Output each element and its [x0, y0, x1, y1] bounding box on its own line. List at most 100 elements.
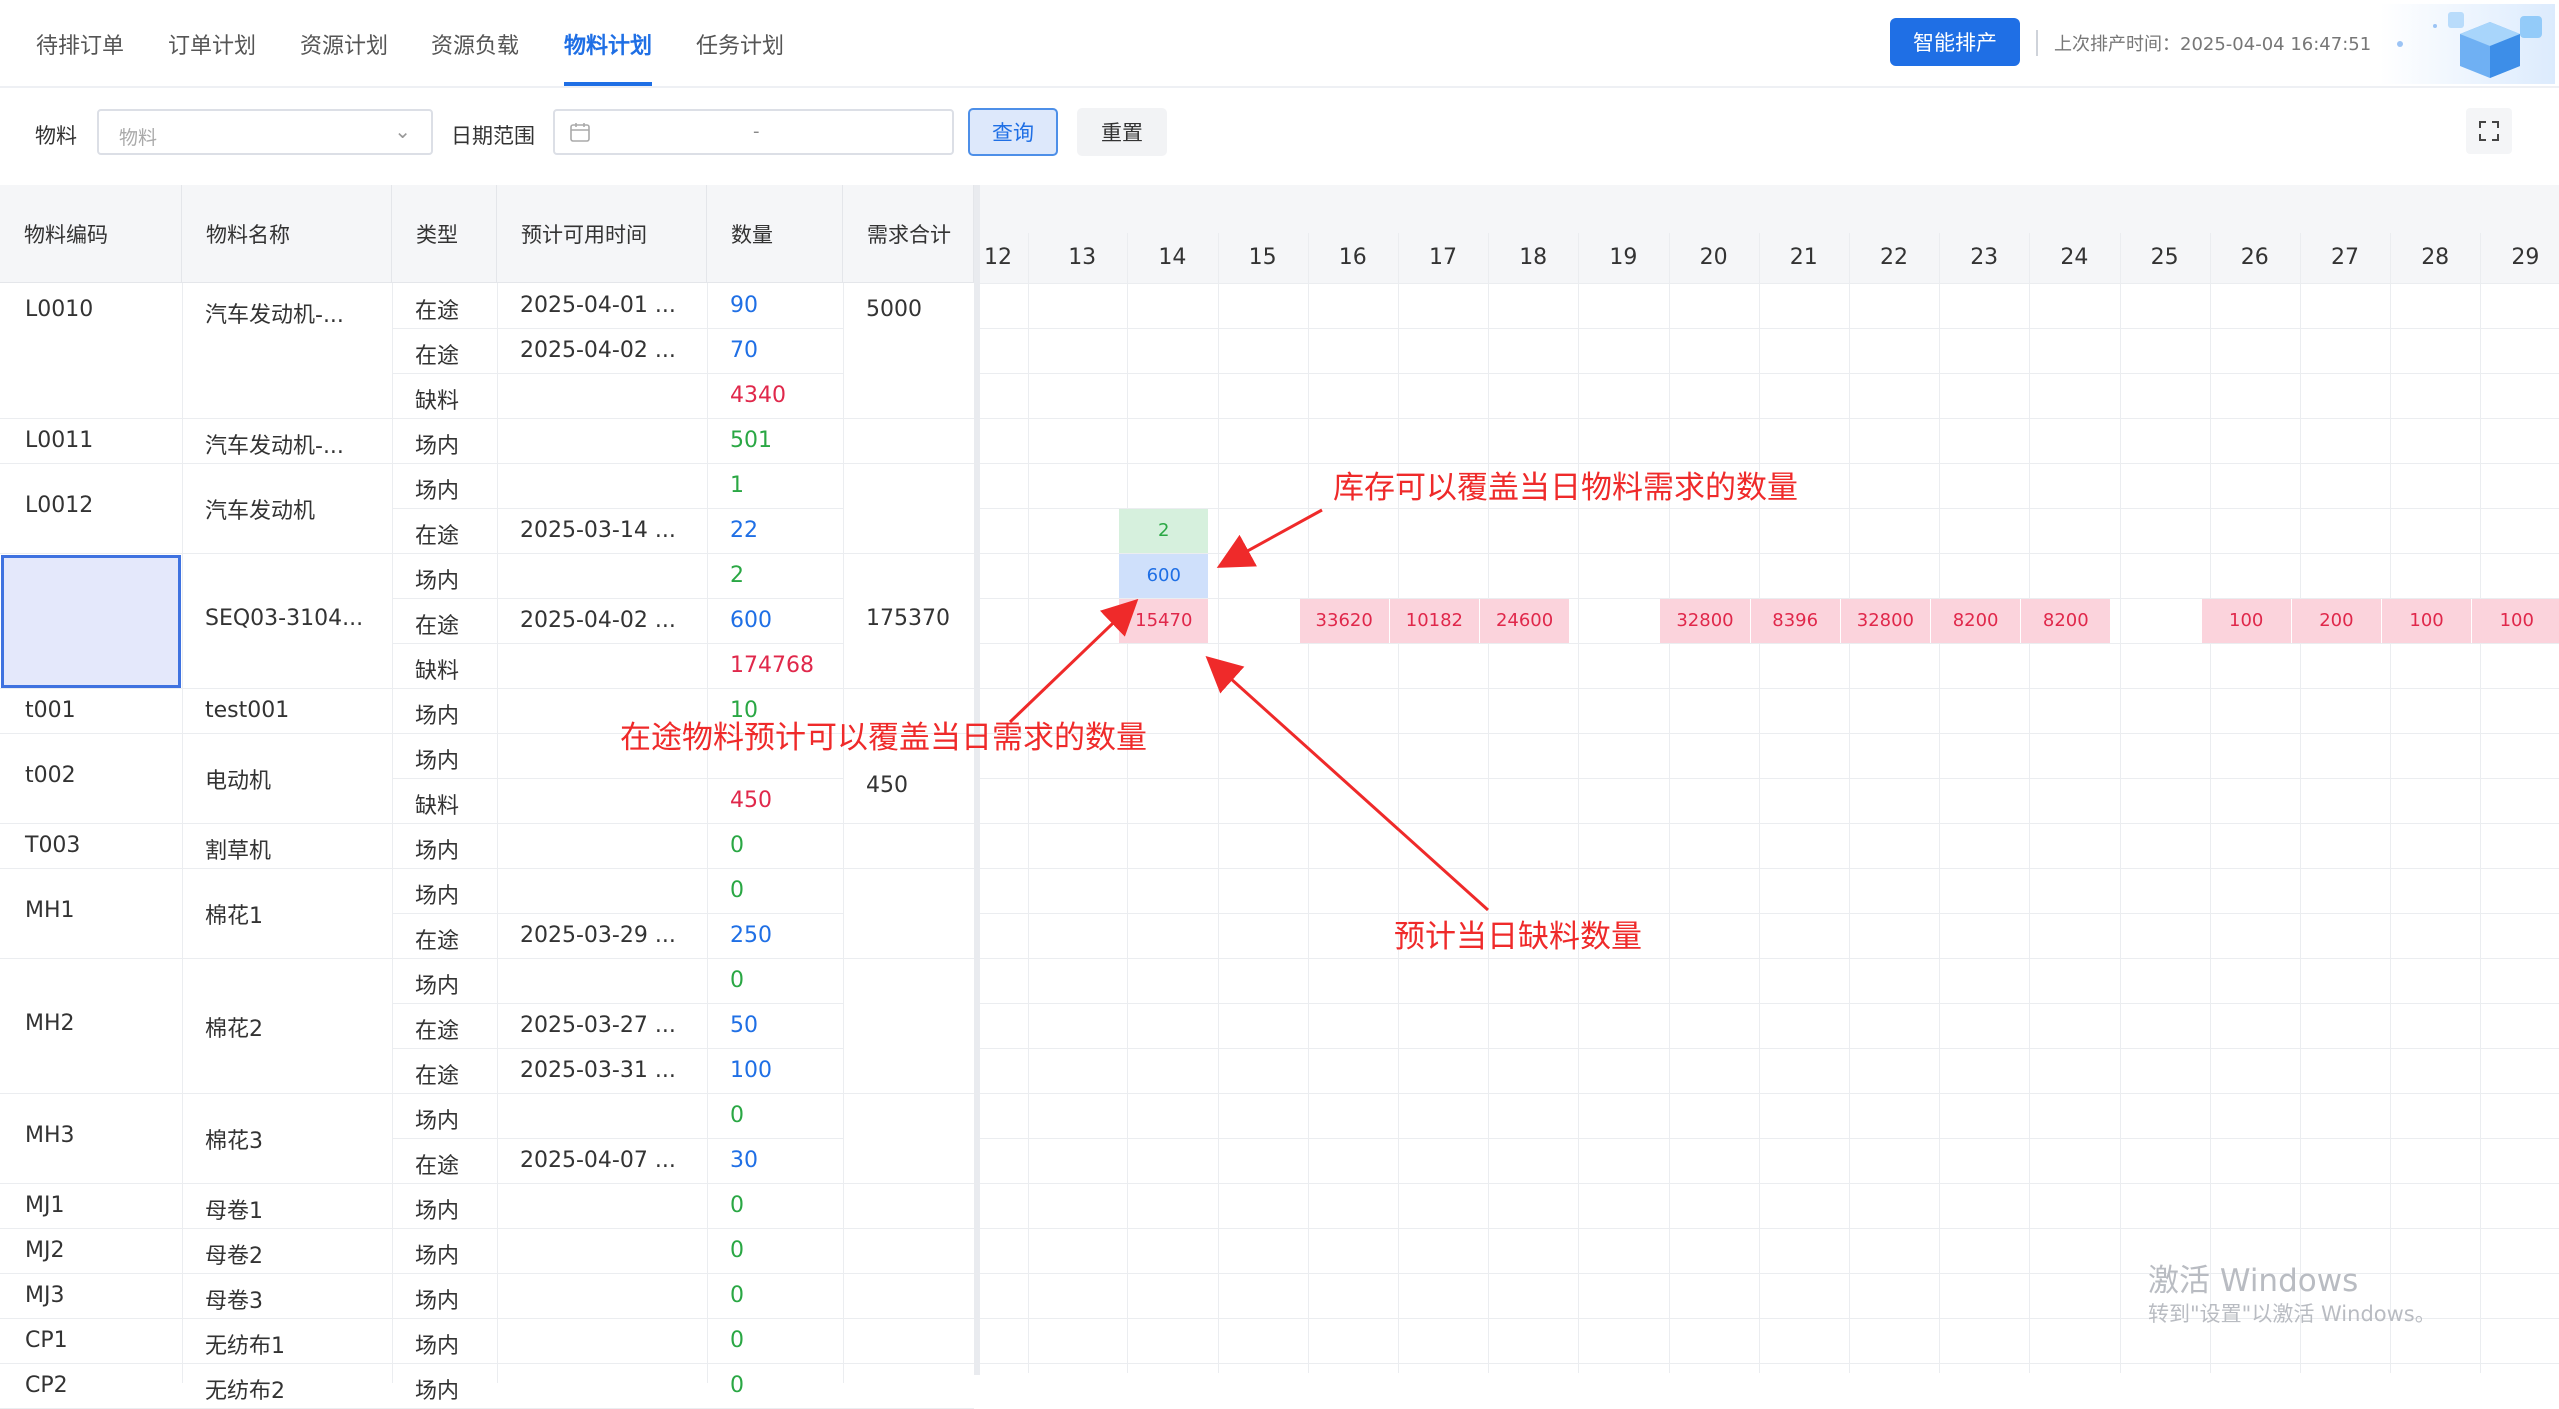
- stock-type: 在途: [415, 1154, 460, 1179]
- quantity: 0: [730, 1328, 744, 1353]
- row-divider: [980, 958, 2559, 959]
- material-code[interactable]: CP1: [25, 1328, 68, 1353]
- material-code[interactable]: MJ3: [25, 1283, 64, 1308]
- calendar-cell-red[interactable]: 200: [2291, 599, 2381, 643]
- material-name: 电动机: [205, 769, 272, 794]
- material-name: 母卷2: [205, 1244, 263, 1269]
- material-select[interactable]: 物料 ⌄: [97, 109, 433, 155]
- calendar-cell-red[interactable]: 32800: [1840, 599, 1930, 643]
- row-divider: [392, 1003, 843, 1004]
- header-material-code: 物料编码: [0, 185, 182, 283]
- row-divider: [980, 868, 2559, 869]
- tab-material-plan[interactable]: 物料计划: [564, 28, 653, 86]
- selected-cell-highlight[interactable]: [1, 555, 181, 688]
- stock-type: 在途: [415, 929, 460, 954]
- day-divider: [1307, 233, 1309, 1373]
- quantity: 1: [730, 473, 744, 498]
- quantity: 250: [730, 923, 772, 948]
- calendar-cell-red[interactable]: 8396: [1750, 599, 1840, 643]
- material-name: 无纺布2: [205, 1379, 285, 1404]
- day-header: 23: [1970, 245, 1999, 270]
- row-divider: [392, 508, 843, 509]
- calendar-cell-red[interactable]: 100: [2382, 599, 2472, 643]
- stock-type: 在途: [415, 524, 460, 549]
- day-header: 17: [1428, 245, 1457, 270]
- material-code[interactable]: MH2: [25, 1011, 75, 1036]
- group-divider: [0, 553, 974, 554]
- row-divider: [392, 598, 843, 599]
- tab-task-plan[interactable]: 任务计划: [696, 28, 784, 84]
- calendar-cell-red[interactable]: 100: [2201, 599, 2291, 643]
- material-table: 物料编码 物料名称 类型 预计可用时间 数量 需求合计 L0010 汽车发动机-... 5000…: [0, 185, 978, 1409]
- stock-type: 场内: [415, 884, 460, 909]
- material-code[interactable]: t001: [25, 698, 76, 723]
- material-code[interactable]: MH3: [25, 1123, 75, 1148]
- annotation-shortage: 预计当日缺料数量: [1394, 919, 1642, 955]
- material-code[interactable]: MJ2: [25, 1238, 64, 1263]
- row-divider: [980, 1183, 2559, 1184]
- stock-type: 场内: [415, 1379, 460, 1404]
- material-name: 汽车发动机: [205, 499, 316, 524]
- header-type: 类型: [392, 185, 497, 283]
- calendar-cell-red[interactable]: 24600: [1480, 599, 1570, 643]
- stock-type: 场内: [415, 1289, 460, 1314]
- calendar-cell-red[interactable]: 32800: [1660, 599, 1750, 643]
- day-header: 20: [1699, 245, 1728, 270]
- date-range-picker[interactable]: -: [553, 109, 954, 155]
- group-divider: [0, 823, 974, 824]
- group-divider: [0, 1183, 974, 1184]
- material-code[interactable]: CP2: [25, 1373, 68, 1398]
- row-divider: [980, 733, 2559, 734]
- material-code[interactable]: L0010: [25, 297, 93, 322]
- calendar-cell-red[interactable]: 10182: [1389, 599, 1479, 643]
- annotation-stock: 库存可以覆盖当日物料需求的数量: [1333, 470, 1798, 506]
- tab-pending-orders[interactable]: 待排订单: [36, 28, 124, 84]
- day-divider: [2029, 233, 2031, 1373]
- calendar-cell-red[interactable]: 100: [2472, 599, 2559, 643]
- day-header: 29: [2511, 245, 2540, 270]
- tab-resource-plan[interactable]: 资源计划: [300, 28, 388, 84]
- material-code[interactable]: MH1: [25, 898, 75, 923]
- row-divider: [980, 913, 2559, 914]
- calendar-cell-red[interactable]: 8200: [1931, 599, 2021, 643]
- annotation-transit: 在途物料预计可以覆盖当日需求的数量: [620, 720, 1147, 756]
- row-divider: [980, 1228, 2559, 1229]
- windows-activation-title: 激活 Windows: [2148, 1263, 2359, 1299]
- row-divider: [980, 1093, 2559, 1094]
- material-code[interactable]: T003: [25, 833, 80, 858]
- group-divider: [0, 463, 974, 464]
- reset-button[interactable]: 重置: [1077, 108, 1167, 156]
- calendar-cell-red[interactable]: 15470: [1119, 599, 1209, 643]
- material-code[interactable]: MJ1: [25, 1193, 64, 1218]
- row-divider: [392, 328, 843, 329]
- cube-illustration-icon: [2380, 4, 2555, 84]
- row-divider: [392, 373, 843, 374]
- smart-schedule-button[interactable]: 智能排产: [1890, 18, 2020, 66]
- fullscreen-icon[interactable]: [2466, 108, 2512, 154]
- day-header: 18: [1519, 245, 1548, 270]
- query-button[interactable]: 查询: [968, 108, 1058, 156]
- tab-resource-load[interactable]: 资源负载: [431, 28, 519, 84]
- day-header: 19: [1609, 245, 1638, 270]
- material-name: 棉花3: [205, 1129, 263, 1154]
- material-name: 割草机: [205, 839, 272, 864]
- material-code[interactable]: L0011: [25, 428, 93, 453]
- group-divider: [0, 1093, 974, 1094]
- calendar-cell-green[interactable]: 2: [1119, 509, 1209, 553]
- header-available-time: 预计可用时间: [497, 185, 707, 283]
- day-divider: [2480, 233, 2482, 1373]
- calendar-cell-red[interactable]: 33620: [1299, 599, 1389, 643]
- material-code[interactable]: t002: [25, 763, 76, 788]
- last-schedule-time: 上次排产时间：2025-04-04 16:47:51: [2054, 34, 2372, 55]
- day-divider: [1127, 233, 1129, 1373]
- stock-type: 缺料: [415, 659, 460, 684]
- group-divider: [0, 1273, 974, 1274]
- material-code[interactable]: L0012: [25, 493, 93, 518]
- stock-type: 在途: [415, 1064, 460, 1089]
- stock-type: 在途: [415, 1019, 460, 1044]
- tab-order-plan[interactable]: 订单计划: [168, 28, 256, 84]
- available-time: 2025-03-31 ...: [520, 1058, 676, 1083]
- calendar-cell-red[interactable]: 8200: [2021, 599, 2111, 643]
- calendar-cell-blue[interactable]: 600: [1119, 554, 1209, 598]
- day-divider: [1848, 233, 1850, 1373]
